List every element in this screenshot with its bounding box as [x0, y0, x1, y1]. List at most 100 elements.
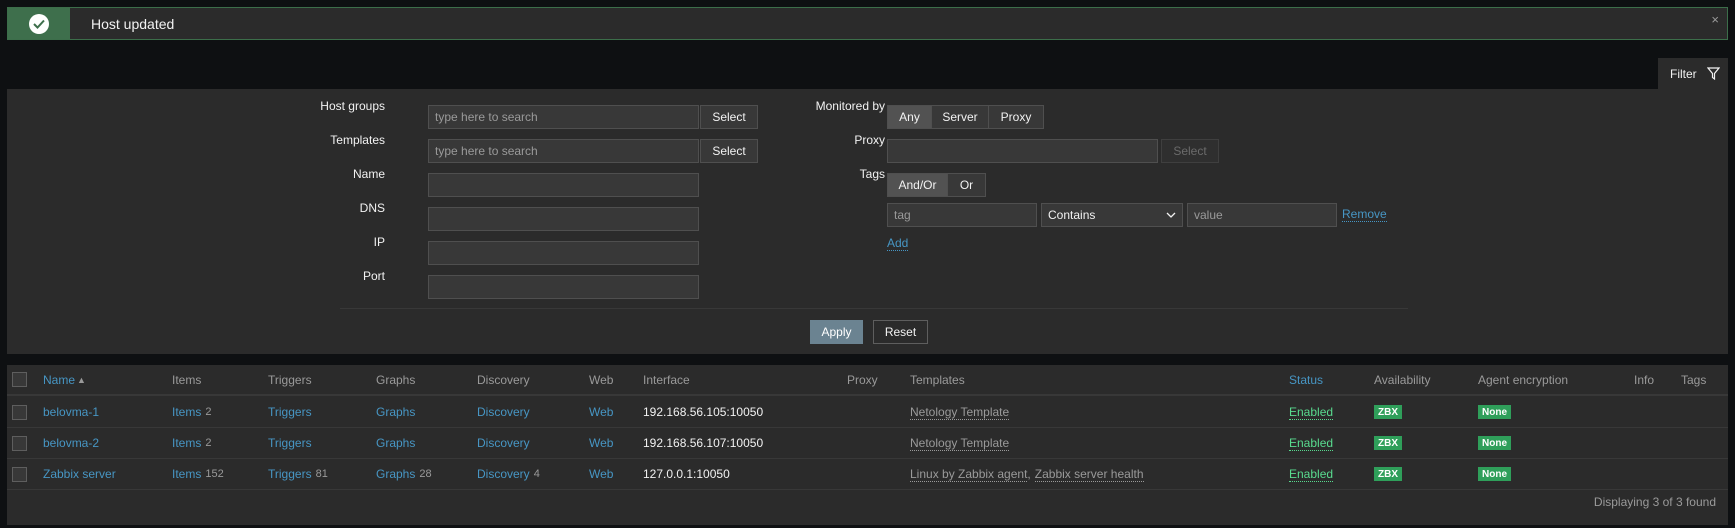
header-info: Info	[1634, 372, 1655, 387]
availability-badge: ZBX	[1374, 467, 1402, 481]
status-enabled[interactable]: Enabled	[1289, 467, 1334, 482]
header-tags: Tags	[1681, 372, 1707, 387]
row-checkbox[interactable]	[12, 466, 27, 482]
header-name-label: Name	[43, 372, 76, 387]
tag-name-input[interactable]: tag	[887, 203, 1037, 227]
filter-tab[interactable]: Filter	[1658, 58, 1728, 89]
tags-and-or[interactable]: And/Or	[888, 174, 948, 196]
monitored-by-any[interactable]: Any	[888, 106, 932, 128]
monitored-by-server[interactable]: Server	[932, 106, 989, 128]
select-all-checkbox[interactable]	[12, 372, 27, 387]
tags-or[interactable]: Or	[948, 174, 985, 196]
triggers-link[interactable]: Triggers	[268, 436, 312, 450]
encryption-badge: None	[1478, 467, 1511, 481]
host-name-link[interactable]: belovma-1	[43, 397, 99, 427]
interface-value: 192.168.56.105:10050	[643, 405, 764, 419]
filter-tab-label: Filter	[1670, 66, 1697, 81]
dns-label: DNS	[359, 201, 385, 215]
monitored-by-proxy[interactable]: Proxy	[989, 106, 1043, 128]
items-link[interactable]: Items	[172, 467, 201, 481]
template-link[interactable]: Netology Template	[910, 405, 1010, 420]
reset-button[interactable]: Reset	[873, 320, 928, 344]
row-checkbox[interactable]	[12, 404, 27, 420]
proxy-select-button[interactable]: Select	[1161, 139, 1219, 163]
tag-operator-value: Contains	[1048, 208, 1096, 222]
graphs-link[interactable]: Graphs	[376, 436, 415, 450]
triggers-count: 81	[315, 468, 328, 480]
tag-value-input[interactable]: value	[1187, 203, 1337, 227]
template-separator: ,	[1027, 467, 1031, 481]
templates-select-button[interactable]: Select	[700, 139, 758, 163]
host-groups-input[interactable]: type here to search	[428, 105, 699, 129]
templates-label: Templates	[330, 133, 385, 147]
triggers-link[interactable]: Triggers	[268, 405, 312, 419]
header-proxy: Proxy	[847, 372, 878, 387]
header-interface: Interface	[643, 372, 690, 387]
filter-panel: Host groups type here to search Select T…	[7, 89, 1728, 354]
row-checkbox[interactable]	[12, 435, 27, 451]
discovery-link[interactable]: Discovery	[477, 405, 530, 419]
success-icon-area	[8, 8, 70, 39]
triggers-link[interactable]: Triggers	[268, 467, 312, 481]
web-link[interactable]: Web	[589, 428, 613, 458]
host-name-link[interactable]: belovma-2	[43, 428, 99, 458]
header-availability: Availability	[1374, 372, 1431, 387]
header-items: Items	[172, 372, 202, 387]
status-enabled[interactable]: Enabled	[1289, 405, 1334, 420]
results-count: Displaying 3 of 3 found	[1593, 495, 1716, 509]
apply-button[interactable]: Apply	[810, 320, 863, 344]
items-link[interactable]: Items	[172, 436, 201, 450]
template-link[interactable]: Netology Template	[910, 436, 1010, 451]
interface-value: 192.168.56.107:10050	[643, 436, 764, 450]
discovery-count: 4	[533, 468, 540, 480]
name-input[interactable]	[428, 173, 699, 197]
items-count: 2	[205, 437, 212, 449]
discovery-link[interactable]: Discovery	[477, 467, 530, 481]
template-link[interactable]: Linux by Zabbix agent	[910, 467, 1028, 482]
availability-badge: ZBX	[1374, 436, 1402, 450]
host-groups-label: Host groups	[320, 99, 385, 113]
name-label: Name	[352, 167, 385, 181]
dns-input[interactable]	[428, 207, 699, 231]
status-enabled[interactable]: Enabled	[1289, 436, 1334, 451]
sort-asc-icon: ▲	[77, 374, 86, 385]
host-groups-select-button[interactable]: Select	[700, 105, 758, 129]
graphs-link[interactable]: Graphs	[376, 467, 415, 481]
web-link[interactable]: Web	[589, 459, 613, 489]
tag-remove-link[interactable]: Remove	[1342, 207, 1387, 222]
close-icon[interactable]: ×	[1711, 13, 1719, 26]
template-link-2[interactable]: Zabbix server health	[1034, 467, 1144, 482]
table-row: belovma-1 Items 2 Triggers Graphs Discove…	[7, 397, 1728, 428]
monitored-by-label: Monitored by	[815, 99, 885, 113]
tags-operator-toggle: And/Or Or	[887, 173, 986, 197]
templates-input[interactable]: type here to search	[428, 139, 699, 163]
filter-divider	[340, 308, 1408, 309]
header-name[interactable]: Name ▲	[43, 365, 86, 394]
proxy-label: Proxy	[854, 133, 885, 147]
items-count: 2	[205, 406, 212, 418]
filter-icon	[1706, 67, 1720, 80]
availability-badge: ZBX	[1374, 405, 1402, 419]
port-input[interactable]	[428, 275, 699, 299]
discovery-link[interactable]: Discovery	[477, 436, 530, 450]
port-label: Port	[362, 269, 385, 283]
encryption-badge: None	[1478, 405, 1511, 419]
web-link[interactable]: Web	[589, 397, 613, 427]
table-row: belovma-2 Items 2 Triggers Graphs Discove…	[7, 428, 1728, 459]
graphs-link[interactable]: Graphs	[376, 405, 415, 419]
host-name-link[interactable]: Zabbix server	[43, 459, 116, 489]
tag-add-link[interactable]: Add	[887, 236, 909, 251]
success-message: Host updated ×	[7, 7, 1728, 40]
header-status[interactable]: Status	[1289, 365, 1323, 394]
header-agent-encryption: Agent encryption	[1478, 372, 1569, 387]
proxy-input[interactable]	[887, 139, 1158, 163]
monitored-by-toggle: Any Server Proxy	[887, 105, 1044, 129]
tags-label: Tags	[859, 167, 885, 181]
tag-operator-select[interactable]: Contains	[1041, 203, 1183, 227]
items-link[interactable]: Items	[172, 405, 201, 419]
ip-input[interactable]	[428, 241, 699, 265]
ip-label: IP	[373, 235, 385, 249]
table-header: Name ▲ Items Triggers Graphs Discovery W…	[7, 365, 1728, 396]
table-row: Zabbix server Items 152 Triggers 81 Graphs…	[7, 459, 1728, 490]
header-templates: Templates	[910, 372, 965, 387]
